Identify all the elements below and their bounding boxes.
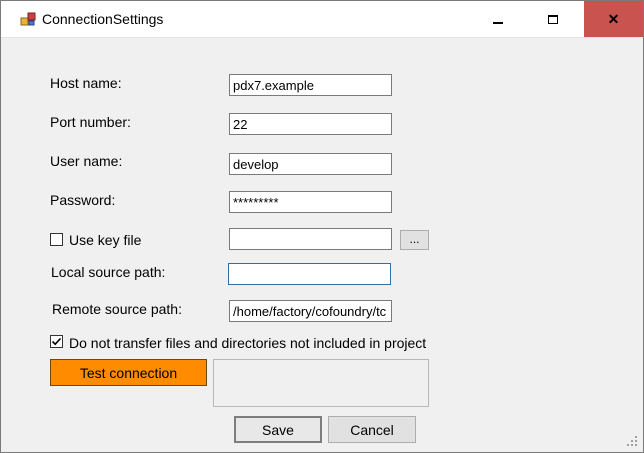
title-bar-divider [1,37,643,38]
host-name-label: Host name: [50,75,122,91]
password-input[interactable] [229,191,392,213]
close-icon: ✕ [607,10,620,27]
connection-status-box [213,359,429,407]
host-name-input[interactable] [229,74,392,96]
connection-settings-window: ConnectionSettings ✕ Host name: Port num… [0,0,644,453]
port-number-input[interactable] [229,113,392,135]
port-number-label: Port number: [50,114,131,130]
use-key-file-label: Use key file [69,232,142,248]
local-source-path-label: Local source path: [51,264,166,280]
use-key-file-checkbox[interactable] [50,233,63,246]
browse-key-file-button[interactable]: ... [400,230,429,250]
user-name-label: User name: [50,153,123,169]
resize-grip-icon[interactable] [625,434,639,448]
key-file-input[interactable] [229,228,392,250]
test-connection-button[interactable]: Test connection [50,359,207,386]
password-label: Password: [50,192,116,208]
checkmark-icon [51,337,62,346]
cancel-button[interactable]: Cancel [328,416,416,443]
user-name-input[interactable] [229,153,392,175]
save-button[interactable]: Save [234,416,322,443]
title-bar[interactable]: ConnectionSettings ✕ [1,1,643,37]
maximize-icon [548,14,558,24]
minimize-icon [493,22,503,24]
remote-source-path-label: Remote source path: [52,301,182,317]
no-transfer-label: Do not transfer files and directories no… [69,335,427,351]
local-source-path-input[interactable] [228,263,391,285]
no-transfer-checkbox[interactable] [50,335,63,348]
app-icon [20,12,36,26]
remote-source-path-input[interactable] [229,300,392,322]
window-title: ConnectionSettings [42,11,164,27]
minimize-button[interactable] [475,1,521,37]
close-button[interactable]: ✕ [584,1,643,37]
maximize-button[interactable] [530,1,576,37]
